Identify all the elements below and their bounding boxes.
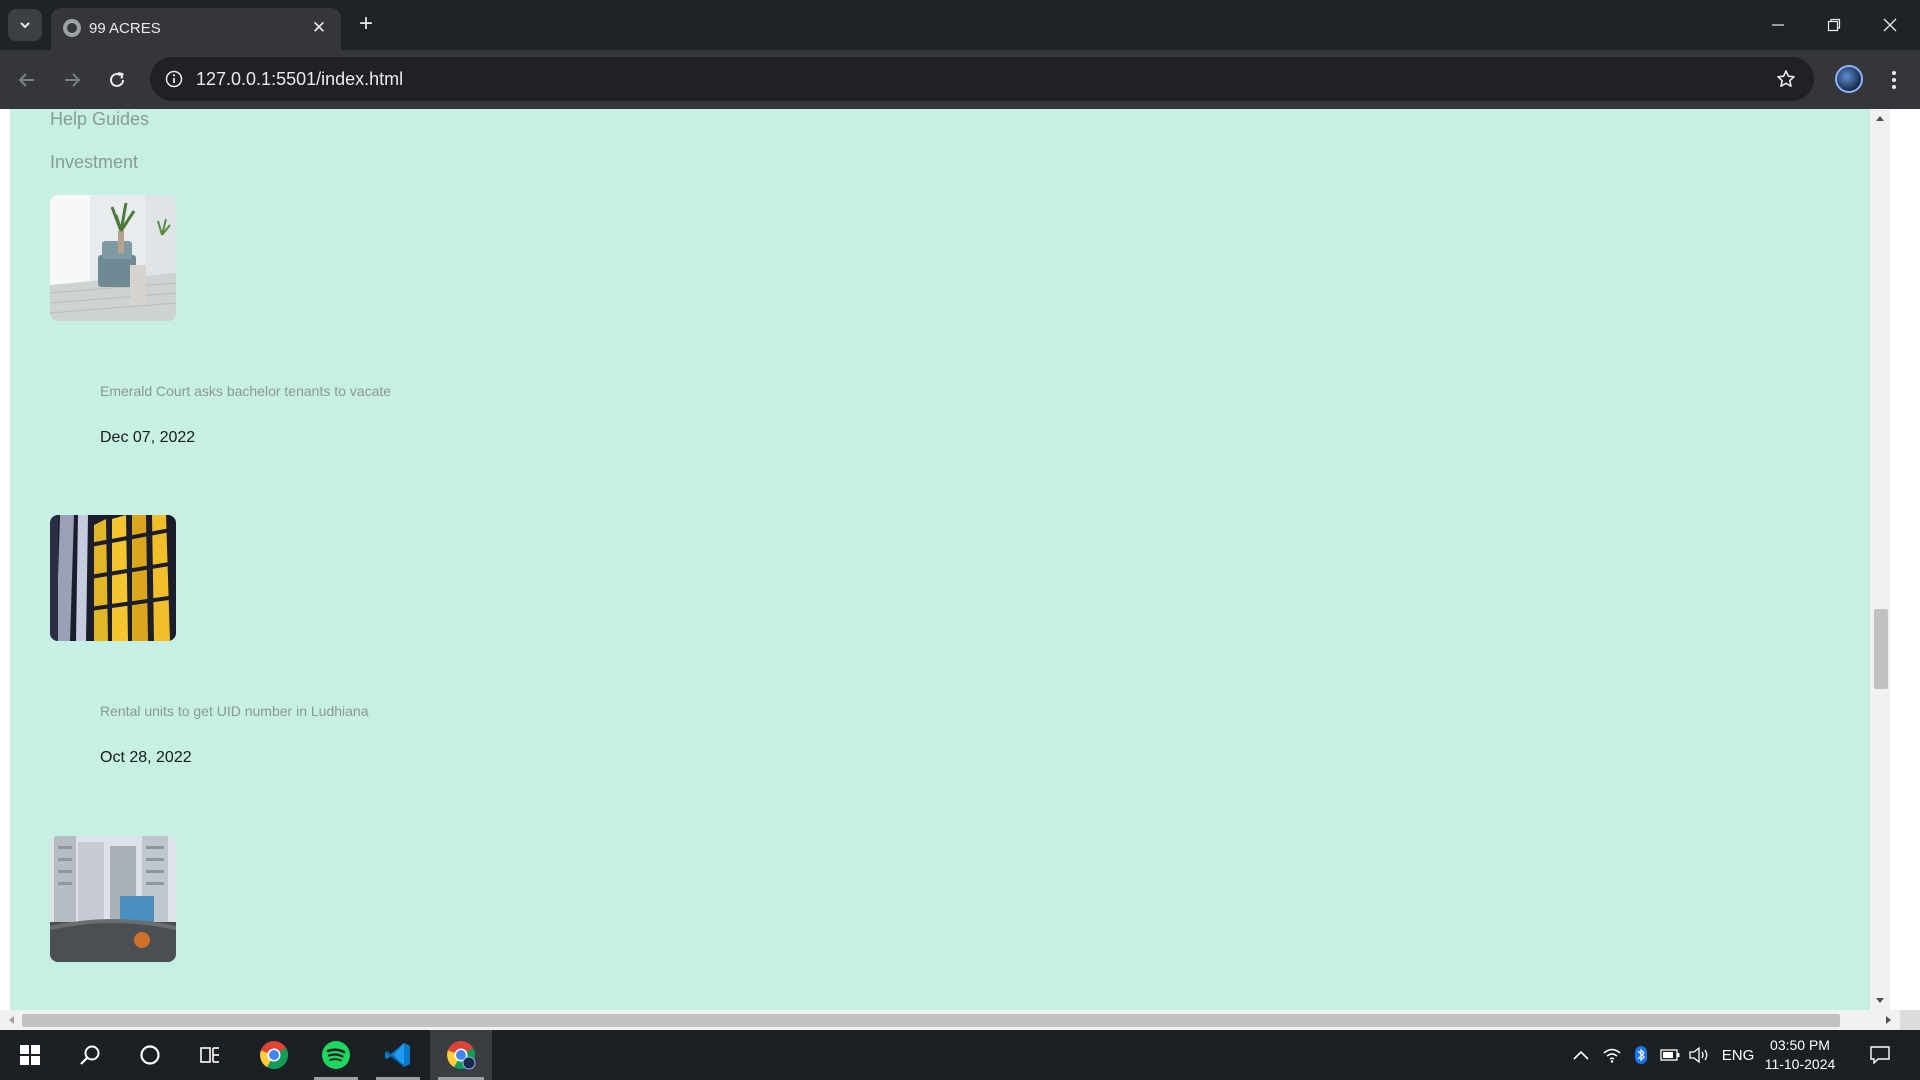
chrome-profile-icon — [447, 1041, 476, 1070]
more-vertical-icon — [1892, 71, 1896, 89]
restore-icon — [1827, 18, 1841, 32]
battery-icon — [1660, 1049, 1680, 1061]
forward-button[interactable] — [56, 64, 88, 96]
vscode-icon — [385, 1043, 410, 1067]
globe-icon — [63, 19, 81, 37]
spotify-icon — [322, 1041, 350, 1069]
article-date: Dec 07, 2022 — [100, 429, 196, 446]
clock-time: 03:50 PM — [1770, 1037, 1830, 1053]
back-button[interactable] — [11, 64, 43, 96]
volume-button[interactable] — [1686, 1030, 1714, 1080]
article-title[interactable]: Rental units to get UID number in Ludhia… — [100, 703, 369, 719]
horizontal-scrollbar[interactable] — [0, 1010, 1900, 1030]
browser-tab[interactable]: 99 ACRES ✕ — [51, 8, 341, 50]
site-info-icon[interactable] — [162, 67, 186, 91]
show-hidden-icons-button[interactable] — [1568, 1030, 1594, 1080]
article-date: Oct 28, 2022 — [100, 749, 192, 766]
taskbar-clock[interactable]: 03:50 PM 11-10-2024 — [1760, 1036, 1840, 1074]
battery-button[interactable] — [1656, 1030, 1684, 1080]
cortana-icon — [140, 1045, 160, 1065]
speaker-icon — [1689, 1047, 1708, 1063]
minimize-button[interactable] — [1750, 0, 1806, 50]
page-viewport: Help Guides Investment Emerald Court ask… — [0, 109, 1920, 1030]
reload-button[interactable] — [101, 64, 133, 96]
close-window-button[interactable] — [1862, 0, 1918, 50]
task-view-icon — [200, 1047, 219, 1063]
new-tab-button[interactable]: + — [351, 10, 381, 40]
chevron-up-icon — [1573, 1050, 1589, 1060]
language-indicator[interactable]: ENG — [1718, 1030, 1758, 1080]
task-view-button[interactable] — [180, 1030, 240, 1080]
scroll-right-icon[interactable] — [1880, 1010, 1898, 1030]
taskbar-chrome-active[interactable] — [430, 1030, 492, 1080]
tab-close-icon[interactable]: ✕ — [307, 16, 331, 40]
vertical-scrollbar[interactable] — [1870, 109, 1890, 1010]
chrome-icon — [260, 1041, 288, 1069]
nav-link-help-guides[interactable]: Help Guides — [50, 109, 149, 130]
article-image-highrise-towers[interactable] — [50, 836, 176, 962]
article-image-building-facade[interactable] — [50, 515, 176, 641]
network-button[interactable] — [1598, 1030, 1626, 1080]
notifications-button[interactable] — [1862, 1030, 1898, 1080]
reload-icon — [110, 72, 124, 87]
tab-title: 99 ACRES — [89, 20, 161, 37]
scrollbar-corner — [1900, 1010, 1920, 1030]
bookmark-star-icon[interactable] — [1774, 67, 1798, 91]
article-title[interactable]: Emerald Court asks bachelor tenants to v… — [100, 383, 391, 399]
notification-icon — [1870, 1046, 1890, 1064]
nav-link-investment[interactable]: Investment — [50, 152, 138, 173]
windows-logo-icon — [20, 1045, 40, 1065]
search-icon — [80, 1045, 100, 1065]
cortana-button[interactable] — [120, 1030, 180, 1080]
page-content: Help Guides Investment Emerald Court ask… — [10, 109, 1890, 1010]
chevron-down-icon — [20, 22, 30, 29]
scroll-left-icon[interactable] — [2, 1010, 20, 1030]
clock-date: 11-10-2024 — [1764, 1056, 1836, 1072]
taskbar-chrome[interactable] — [244, 1030, 304, 1080]
close-icon — [1883, 18, 1897, 32]
browser-toolbar: 127.0.0.1:5501/index.html — [0, 50, 1920, 109]
arrow-left-icon — [18, 73, 34, 87]
tab-search-button[interactable] — [8, 9, 42, 41]
minimize-icon — [1772, 24, 1784, 26]
browser-menu-button[interactable] — [1880, 64, 1908, 96]
scroll-down-icon[interactable] — [1870, 992, 1890, 1010]
scroll-up-icon[interactable] — [1870, 109, 1890, 127]
bluetooth-icon — [1635, 1046, 1647, 1064]
wifi-icon — [1603, 1048, 1621, 1063]
windows-taskbar: ENG 03:50 PM 11-10-2024 — [0, 1030, 1920, 1080]
taskbar-search-button[interactable] — [60, 1030, 120, 1080]
arrow-right-icon — [65, 73, 81, 87]
browser-tab-bar: 99 ACRES ✕ + — [0, 0, 1920, 50]
url-text[interactable]: 127.0.0.1:5501/index.html — [196, 69, 403, 90]
vertical-scroll-thumb[interactable] — [1874, 609, 1888, 689]
taskbar-vscode[interactable] — [368, 1030, 428, 1080]
profile-avatar[interactable] — [1835, 65, 1863, 93]
restore-button[interactable] — [1806, 0, 1862, 50]
address-bar[interactable]: 127.0.0.1:5501/index.html — [150, 57, 1814, 101]
taskbar-spotify[interactable] — [306, 1030, 366, 1080]
article-image-interior[interactable] — [50, 195, 176, 321]
start-button[interactable] — [0, 1030, 60, 1080]
horizontal-scroll-thumb[interactable] — [22, 1014, 1840, 1027]
bluetooth-button[interactable] — [1628, 1030, 1654, 1080]
